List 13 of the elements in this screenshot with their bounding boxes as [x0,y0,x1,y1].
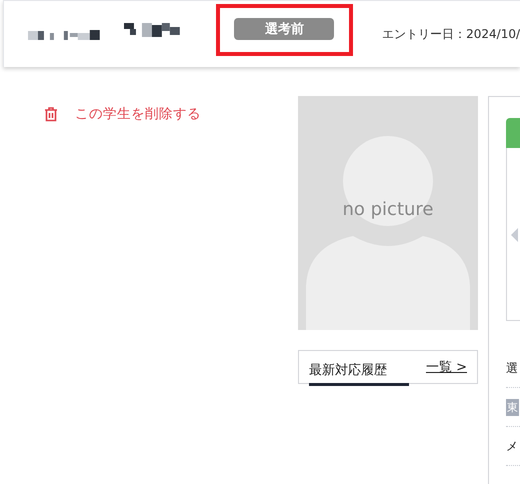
list-link[interactable]: 一覧 > [426,358,467,376]
entry-date: エントリー日：2024/10/ [382,26,520,42]
panel-tab[interactable] [506,118,520,148]
row-label: 選 [506,360,518,376]
left-arrow-icon[interactable] [511,228,518,242]
row-label: メ [506,438,518,454]
delete-link[interactable]: この学生を削除する [44,105,298,123]
no-picture-label: no picture [341,199,434,220]
status-badge: 選考前 [234,18,334,40]
trash-icon [44,106,58,122]
tag: 東 [506,398,519,416]
person-silhouette-icon [306,136,470,330]
history-tab[interactable]: 最新対応履歴 [309,354,409,386]
